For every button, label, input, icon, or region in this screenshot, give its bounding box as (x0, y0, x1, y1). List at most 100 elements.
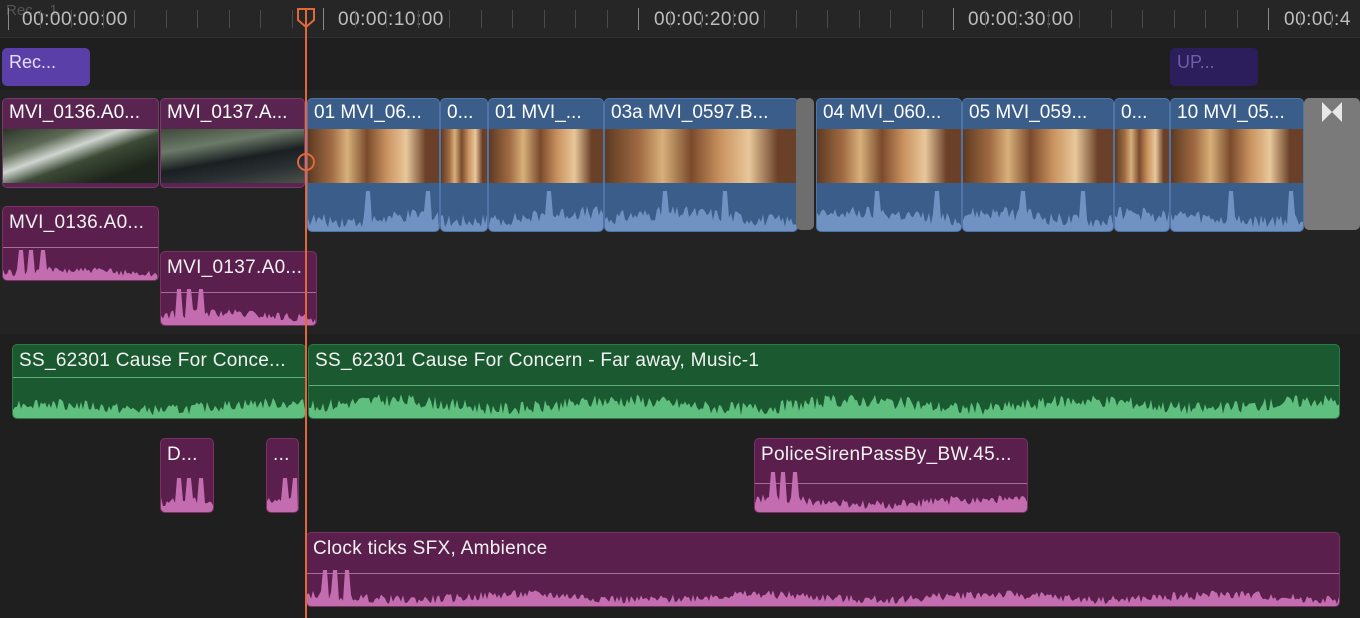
waveform-shape (309, 394, 1339, 418)
waveform-shape (307, 570, 1339, 606)
video-clip-01-mvi[interactable]: 01 MVI_... (488, 98, 604, 232)
ruler-tick (764, 10, 765, 28)
ruler-tick (984, 10, 986, 28)
waveform-shape (1115, 207, 1169, 231)
waveform-shape (755, 472, 1027, 512)
ruler-tick (1079, 10, 1080, 28)
video-clip-short-b[interactable]: 0... (1114, 98, 1170, 232)
sfx-clip-d[interactable]: D... (160, 438, 214, 513)
ruler-tick (575, 10, 576, 28)
audio-clip-mvi-0137[interactable]: MVI_0137.A0... (160, 251, 317, 326)
clip-audio-waveform (1171, 191, 1303, 231)
ruler-tick (543, 10, 545, 28)
clip-title: 0... (1121, 102, 1148, 123)
ruler-tick (71, 10, 72, 28)
clip-thumbnail-strip (1115, 129, 1169, 183)
clip-title: 03a MVI_0597.B... (611, 102, 769, 123)
waveform-shape (817, 191, 961, 231)
clip-title: D... (167, 444, 198, 465)
clip-audio-waveform (1115, 207, 1169, 231)
waveform-shape (1171, 191, 1303, 231)
clip-thumbnail-strip (605, 129, 797, 183)
video-clip-10-mvi-05[interactable]: 10 MVI_05... (1170, 98, 1304, 232)
ruler-tick (1331, 10, 1332, 28)
sfx-clip-clock-ticks[interactable]: Clock ticks SFX, Ambience (306, 532, 1340, 607)
waveform-shape (161, 478, 213, 512)
gap-clip[interactable] (796, 98, 814, 230)
clip-title: MVI_0136.A0... (9, 102, 140, 123)
clip-thumbnail-strip (308, 129, 439, 183)
ruler-tick (354, 10, 356, 28)
ruler-tick (1047, 10, 1049, 28)
ruler-tick (638, 8, 639, 30)
audio-waveform (309, 394, 1339, 418)
sfx-clip-police-siren[interactable]: PoliceSirenPassBy_BW.45... (754, 438, 1028, 513)
video-clip-04-mvi-060[interactable]: 04 MVI_060... (816, 98, 962, 232)
clip-title: Clock ticks SFX, Ambience (313, 538, 548, 559)
ruler-tick (39, 10, 41, 28)
clip-thumbnail-strip (489, 129, 603, 183)
audio-waveform (13, 397, 305, 418)
video-clip-03a-mvi-0597[interactable]: 03a MVI_0597.B... (604, 98, 798, 232)
waveform-shape (441, 214, 487, 231)
waveform-shape (308, 191, 439, 231)
timecode-40: 00:00:4 (1284, 9, 1351, 30)
ruler-tick (480, 10, 482, 28)
ruler-tick (921, 10, 923, 28)
clip-thumbnail-strip (441, 129, 487, 183)
playhead-handle-icon[interactable] (297, 8, 315, 28)
music-clip-b[interactable]: SS_62301 Cause For Concern - Far away, M… (308, 344, 1340, 419)
ruler-tick (795, 10, 797, 28)
timecode-0: 00:00:00:00 (22, 9, 128, 30)
ruler-tick (228, 10, 230, 28)
ruler-tick (1299, 10, 1301, 28)
audio-clip-mvi-0136[interactable]: MVI_0136.A0... (2, 206, 159, 281)
ruler-tick (1236, 10, 1238, 28)
ruler-tick (701, 10, 702, 28)
ruler-tick (1205, 10, 1206, 28)
ruler-tick (732, 10, 734, 28)
waveform-shape (3, 250, 158, 280)
timeline-ruler[interactable]: Rec... 1 00:00:00:00 00:00:10:00 00:00:2… (0, 0, 1360, 38)
audio-waveform (755, 472, 1027, 512)
ruler-tick (417, 10, 419, 28)
clip-title: 10 MVI_05... (1177, 102, 1285, 123)
ruler-tick (953, 8, 954, 30)
marker-up[interactable]: UP... (1170, 48, 1258, 86)
video-clip-mvi-0136[interactable]: MVI_0136.A0... (2, 98, 159, 188)
ruler-tick (291, 10, 293, 28)
clip-title: 0... (447, 102, 474, 123)
waveform-shape (267, 478, 298, 512)
clip-audio-waveform (489, 191, 603, 231)
volume-line (13, 377, 305, 378)
audio-waveform (161, 478, 213, 512)
clip-title: MVI_0137.A0... (167, 257, 303, 278)
video-clip-05-mvi-059[interactable]: 05 MVI_059... (962, 98, 1114, 232)
ruler-tick (827, 10, 828, 28)
clip-thumbnail-strip (963, 129, 1113, 183)
clip-title: ... (273, 444, 290, 465)
clip-audio-waveform (441, 214, 487, 231)
clip-audio-waveform (817, 191, 961, 231)
ruler-tick (1142, 10, 1143, 28)
ruler-tick (260, 10, 261, 28)
sfx-clip-small[interactable]: ... (266, 438, 299, 513)
video-clip-short-a[interactable]: 0... (440, 98, 488, 232)
transition-clip[interactable] (1304, 98, 1360, 230)
video-clip-mvi-0137[interactable]: MVI_0137.A... (160, 98, 305, 188)
marker-rec[interactable]: Rec... (2, 48, 90, 86)
audio-waveform (161, 289, 316, 325)
ruler-tick (1268, 8, 1269, 30)
ruler-tick (512, 10, 513, 28)
video-clip-01-mvi-06[interactable]: 01 MVI_06... (307, 98, 440, 232)
ruler-tick (323, 8, 324, 30)
ruler-tick (134, 10, 135, 28)
audio-waveform (267, 478, 298, 512)
ruler-tick (1110, 10, 1112, 28)
playhead[interactable] (305, 8, 307, 618)
music-clip-a[interactable]: SS_62301 Cause For Conce... (12, 344, 306, 419)
ruler-tick (858, 10, 860, 28)
skimmer-circle-icon (297, 153, 315, 171)
ruler-tick (606, 10, 608, 28)
ruler-tick (890, 10, 891, 28)
